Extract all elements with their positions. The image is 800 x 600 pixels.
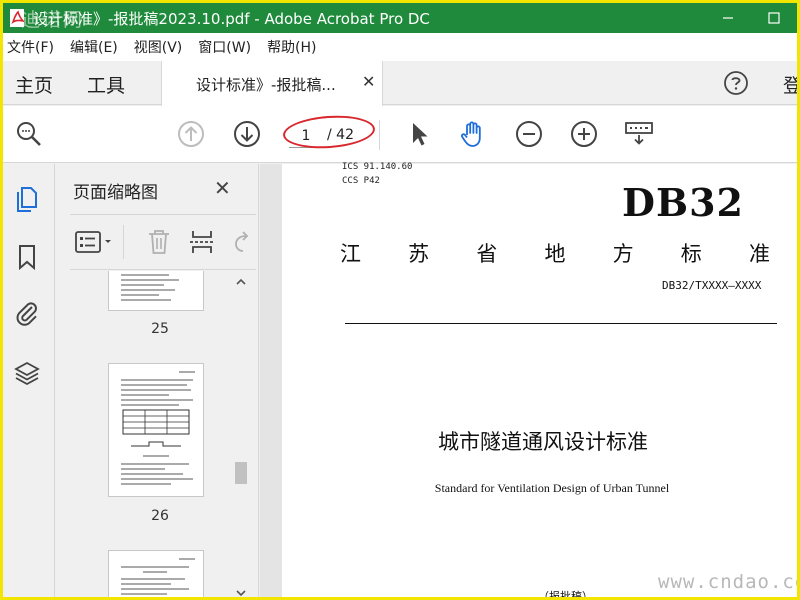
menu-bar: 文件(F) 编辑(E) 视图(V) 窗口(W) 帮助(H)	[3, 33, 797, 61]
site-watermark: www.cndao.com	[658, 571, 797, 593]
thumbnail-scrollbar[interactable]	[232, 271, 250, 597]
toolbar-divider	[379, 120, 380, 150]
heading-char: 江	[340, 242, 361, 266]
heading-char: 方	[612, 242, 634, 266]
watermark-logo: 迪诺网	[21, 9, 85, 31]
menu-window[interactable]: 窗口(W)	[198, 37, 251, 57]
split-page-button[interactable]	[188, 227, 216, 257]
title-bar: 设计标准》-报批稿2023.10.pdf - Adobe Acrobat Pro…	[3, 3, 797, 33]
cursor-arrow-icon	[413, 123, 428, 146]
document-view: ICS 91.140.60 CCS P42 DB32 江 苏 省 地 方 标 准…	[260, 162, 797, 600]
trash-icon	[149, 230, 169, 254]
heading-char: 苏	[408, 242, 430, 266]
thumbnail-page-25[interactable]	[108, 271, 204, 311]
help-icon	[724, 71, 748, 95]
rail-bookmarks[interactable]	[12, 242, 42, 272]
page-preview	[121, 274, 179, 301]
tab-document[interactable]: 设计标准》-报批稿... ✕	[161, 61, 383, 106]
tab-bar: 主页 工具 设计标准》-报批稿... ✕ 登	[3, 61, 797, 106]
ccs-code: CCS P42	[342, 176, 380, 186]
thumbnail-page-number: 26	[151, 508, 169, 524]
thumbnail-options-button[interactable]	[74, 227, 114, 257]
standard-number: DB32/TXXXX—XXXX	[662, 279, 762, 292]
delete-page-button[interactable]	[146, 227, 172, 257]
zoom-out-button[interactable]	[513, 118, 545, 150]
heading-char: 准	[748, 242, 770, 266]
app-window: 设计标准》-报批稿2023.10.pdf - Adobe Acrobat Pro…	[0, 0, 800, 600]
page-thumbnails-panel: 页面缩略图 ✕ 25 26	[56, 164, 259, 597]
menu-edit[interactable]: 编辑(E)	[70, 37, 118, 57]
horizontal-rule	[345, 323, 777, 324]
tab-tools[interactable]: 工具	[87, 71, 125, 98]
ics-code: ICS 91.140.60	[342, 162, 413, 172]
find-button[interactable]	[13, 118, 45, 150]
hand-tool-button[interactable]	[457, 118, 489, 150]
rotate-page-button[interactable]	[230, 227, 254, 257]
minimize-button[interactable]	[705, 3, 751, 33]
zoom-in-button[interactable]	[568, 118, 600, 150]
toolbar: / 42	[3, 106, 797, 163]
document-title: 城市隧道通风设计标准	[438, 430, 648, 454]
page-total: / 42	[327, 127, 354, 143]
tab-document-label: 设计标准》-报批稿...	[196, 76, 336, 94]
page-preview	[121, 371, 195, 485]
keyboard-icon	[625, 122, 653, 145]
thumbnail-list: 25 26	[70, 271, 230, 597]
bookmark-icon	[19, 245, 35, 271]
thumbnail-page-26[interactable]	[108, 363, 204, 497]
page-preview	[121, 558, 195, 595]
navigation-rail	[3, 164, 55, 597]
rail-layers[interactable]	[12, 358, 42, 388]
scrollbar-thumb[interactable]	[235, 462, 247, 484]
heading-char: 省	[476, 242, 498, 266]
panel-toolbar-divider	[123, 225, 124, 259]
hand-icon	[461, 121, 481, 147]
next-page-button[interactable]	[231, 118, 263, 150]
select-tool-button[interactable]	[403, 118, 435, 150]
previous-page-button[interactable]	[175, 118, 207, 150]
heading-char: 标	[680, 242, 702, 266]
maximize-icon	[768, 12, 780, 24]
options-menu-icon	[75, 231, 111, 253]
split-icon	[190, 231, 214, 253]
heading-char: 地	[544, 242, 566, 266]
document-subtitle: Standard for Ventilation Design of Urban…	[434, 481, 670, 495]
menu-view[interactable]: 视图(V)	[134, 37, 183, 57]
tab-home[interactable]: 主页	[15, 71, 53, 98]
paperclip-icon	[16, 302, 37, 326]
rail-page-thumbnails[interactable]	[12, 184, 42, 214]
menu-file[interactable]: 文件(F)	[7, 37, 54, 57]
page-number-input[interactable]	[289, 124, 323, 148]
rotate-icon	[235, 231, 249, 252]
thumbnail-page-number: 25	[151, 321, 169, 337]
zoom-out-icon	[516, 121, 542, 147]
maximize-button[interactable]	[751, 3, 797, 33]
classification-codes: ICS 91.140.60 CCS P42	[342, 160, 412, 188]
window-title: 设计标准》-报批稿2023.10.pdf - Adobe Acrobat Pro…	[33, 9, 430, 28]
scroll-down-icon[interactable]	[235, 588, 247, 597]
thumbnail-page-27[interactable]	[108, 550, 204, 597]
magnifier-icon	[17, 122, 41, 146]
help-button[interactable]	[723, 70, 749, 96]
pages-icon	[17, 187, 37, 212]
menu-help[interactable]: 帮助(H)	[267, 37, 316, 57]
zoom-in-icon	[571, 121, 597, 147]
arrow-up-circle-icon	[178, 121, 204, 147]
panel-toolbar	[70, 214, 256, 270]
page-navigator: / 42	[287, 123, 375, 149]
panel-title: 页面缩略图	[73, 183, 158, 203]
province-standard-heading: 江 苏 省 地 方 标 准	[340, 238, 770, 268]
tab-close-icon[interactable]: ✕	[362, 72, 375, 91]
arrow-down-circle-icon	[234, 121, 260, 147]
draft-note: （报批稿）	[538, 590, 593, 600]
layers-icon	[14, 361, 40, 386]
scroll-up-icon[interactable]	[235, 277, 247, 289]
standard-code: DB32	[622, 180, 744, 225]
sign-in-link[interactable]: 登	[783, 71, 797, 98]
minimize-icon	[723, 17, 733, 19]
document-page: ICS 91.140.60 CCS P42 DB32 江 苏 省 地 方 标 准…	[282, 162, 797, 600]
panel-close-icon[interactable]: ✕	[214, 176, 231, 200]
rail-attachments[interactable]	[12, 298, 42, 328]
keyboard-mode-button[interactable]	[623, 118, 655, 150]
